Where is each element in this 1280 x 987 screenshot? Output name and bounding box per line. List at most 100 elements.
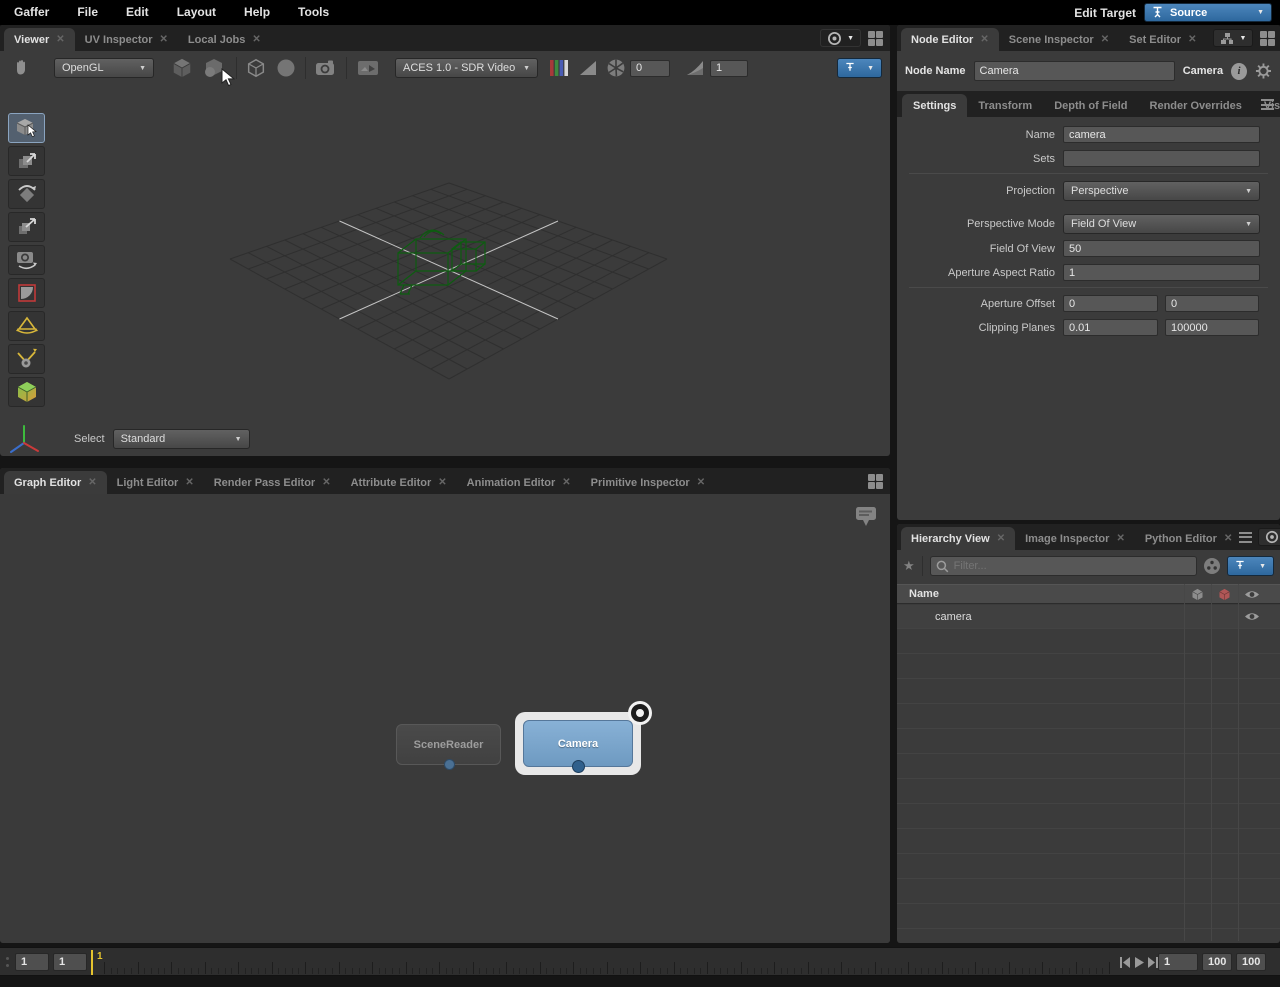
translate-tool-button[interactable]	[8, 146, 45, 176]
perspective-mode-dropdown[interactable]: Field Of View▼	[1063, 214, 1260, 234]
playhead[interactable]	[91, 950, 93, 975]
hierarchy-empty-row[interactable]	[897, 630, 1280, 654]
timeline-end-frame-input[interactable]	[1202, 953, 1232, 971]
node-scenereader[interactable]: SceneReader	[396, 724, 501, 765]
hierarchy-empty-row[interactable]	[897, 780, 1280, 804]
tab-list-menu-icon[interactable]	[1239, 532, 1252, 543]
tab-render-pass-editor[interactable]: Render Pass Editor✕	[204, 471, 341, 494]
select-mode-dropdown[interactable]: Standard▼	[113, 429, 250, 449]
layout-menu-icon[interactable]	[1260, 31, 1275, 46]
close-icon[interactable]: ✕	[997, 533, 1005, 544]
viewport-3d[interactable]	[0, 25, 890, 456]
tab-animation-editor[interactable]: Animation Editor✕	[457, 471, 581, 494]
timeline-grip[interactable]	[6, 957, 9, 967]
tab-uv-inspector[interactable]: UV Inspector✕	[75, 28, 178, 51]
menu-help[interactable]: Help	[230, 0, 284, 25]
tab-primitive-inspector[interactable]: Primitive Inspector✕	[581, 471, 715, 494]
frame-ruler[interactable]	[104, 948, 1114, 977]
filter-input[interactable]	[954, 560, 1191, 572]
go-to-start-button[interactable]	[1120, 957, 1131, 968]
clipping-far-input[interactable]	[1165, 319, 1259, 336]
exclude-cube-column-icon[interactable]	[1217, 587, 1232, 602]
tab-settings[interactable]: Settings	[902, 94, 967, 117]
hierarchy-empty-row[interactable]	[897, 905, 1280, 929]
tab-graph-editor[interactable]: Graph Editor✕	[4, 471, 107, 494]
scene-cube-column-icon[interactable]	[1190, 587, 1205, 602]
colorspace-dropdown[interactable]: ACES 1.0 - SDR Video▼	[395, 58, 538, 78]
tab-viewer[interactable]: Viewer✕	[4, 28, 75, 51]
timeline-frame-input[interactable]	[1158, 953, 1198, 971]
exposure-icon[interactable]	[574, 59, 602, 77]
hierarchy-follow-menu-button[interactable]: ▼	[1258, 528, 1280, 546]
layout-menu-icon[interactable]	[868, 474, 883, 489]
play-button[interactable]	[1134, 957, 1145, 968]
select-tool-button[interactable]	[8, 113, 45, 143]
node-output-port[interactable]	[444, 759, 455, 770]
camera-tool-button[interactable]	[8, 245, 45, 275]
focus-ring-icon[interactable]	[626, 699, 654, 727]
aperture-offset-y-input[interactable]	[1165, 295, 1259, 312]
tab-depth-of-field[interactable]: Depth of Field	[1043, 94, 1138, 117]
hierarchy-empty-row[interactable]	[897, 705, 1280, 729]
viewer-follow-menu-button[interactable]: ▼	[820, 29, 861, 47]
edit-target-dropdown[interactable]: Source ▼	[1144, 3, 1272, 22]
name-input[interactable]	[1063, 126, 1260, 143]
close-icon[interactable]: ✕	[1224, 533, 1232, 544]
scene-view-icon[interactable]	[351, 58, 385, 78]
info-icon[interactable]: i	[1231, 63, 1247, 80]
close-icon[interactable]: ✕	[562, 477, 570, 488]
hierarchy-empty-row[interactable]	[897, 830, 1280, 854]
hierarchy-row-camera[interactable]: camera	[897, 605, 1280, 629]
tab-local-jobs[interactable]: Local Jobs✕	[178, 28, 271, 51]
graph-canvas[interactable]: SceneReader Camera	[0, 494, 890, 943]
tab-image-inspector[interactable]: Image Inspector✕	[1015, 527, 1135, 550]
tab-hierarchy-view[interactable]: Hierarchy View✕	[901, 527, 1015, 550]
gamma-icon[interactable]	[680, 59, 710, 77]
light-position-tool-button[interactable]	[8, 344, 45, 374]
node-editor-follow-menu-button[interactable]: ▼	[1213, 29, 1253, 47]
timeline-range-end-input[interactable]	[1236, 953, 1266, 971]
close-icon[interactable]: ✕	[438, 477, 446, 488]
eye-column-icon[interactable]	[1244, 589, 1260, 600]
close-icon[interactable]: ✕	[980, 34, 988, 45]
go-to-end-button[interactable]	[1147, 957, 1158, 968]
layout-menu-icon[interactable]	[868, 31, 883, 46]
clipping-near-input[interactable]	[1063, 319, 1158, 336]
filter-search-box[interactable]	[930, 556, 1197, 576]
node-name-input[interactable]	[974, 61, 1175, 81]
section-menu-icon[interactable]	[1261, 99, 1274, 110]
sphere-bound-icon[interactable]	[271, 58, 301, 78]
hierarchy-empty-row[interactable]	[897, 755, 1280, 779]
hierarchy-empty-row[interactable]	[897, 730, 1280, 754]
aperture-aspect-ratio-input[interactable]	[1063, 264, 1260, 281]
tab-node-editor[interactable]: Node Editor✕	[901, 28, 999, 51]
tab-attribute-editor[interactable]: Attribute Editor✕	[341, 471, 457, 494]
tab-light-editor[interactable]: Light Editor✕	[107, 471, 204, 494]
close-icon[interactable]: ✕	[1101, 34, 1109, 45]
tab-transform[interactable]: Transform	[967, 94, 1043, 117]
projection-dropdown[interactable]: Perspective▼	[1063, 181, 1260, 201]
viewer-pin-dropdown[interactable]: ▼	[837, 58, 882, 78]
shading-mode-icon[interactable]	[166, 57, 198, 79]
visualiser-tool-button[interactable]	[8, 377, 45, 407]
tab-render-overrides[interactable]: Render Overrides	[1139, 94, 1253, 117]
close-icon[interactable]: ✕	[160, 34, 168, 45]
light-tool-button[interactable]	[8, 311, 45, 341]
menu-edit[interactable]: Edit	[112, 0, 163, 25]
camera-settings-icon[interactable]	[310, 58, 342, 78]
eye-icon[interactable]	[1244, 611, 1260, 622]
node-output-port[interactable]	[572, 760, 585, 773]
aperture-icon[interactable]	[602, 58, 630, 78]
hierarchy-empty-row[interactable]	[897, 855, 1280, 879]
star-icon[interactable]: ★	[903, 558, 915, 574]
close-icon[interactable]: ✕	[185, 477, 193, 488]
rgb-channels-icon[interactable]	[544, 59, 574, 77]
gamma-input[interactable]	[710, 60, 748, 77]
close-icon[interactable]: ✕	[1188, 34, 1196, 45]
close-icon[interactable]: ✕	[88, 477, 96, 488]
exposure-input[interactable]	[630, 60, 670, 77]
hierarchy-empty-row[interactable]	[897, 930, 1280, 941]
timeline-current-frame-input[interactable]	[53, 953, 87, 971]
close-icon[interactable]: ✕	[252, 34, 260, 45]
close-icon[interactable]: ✕	[56, 34, 64, 45]
